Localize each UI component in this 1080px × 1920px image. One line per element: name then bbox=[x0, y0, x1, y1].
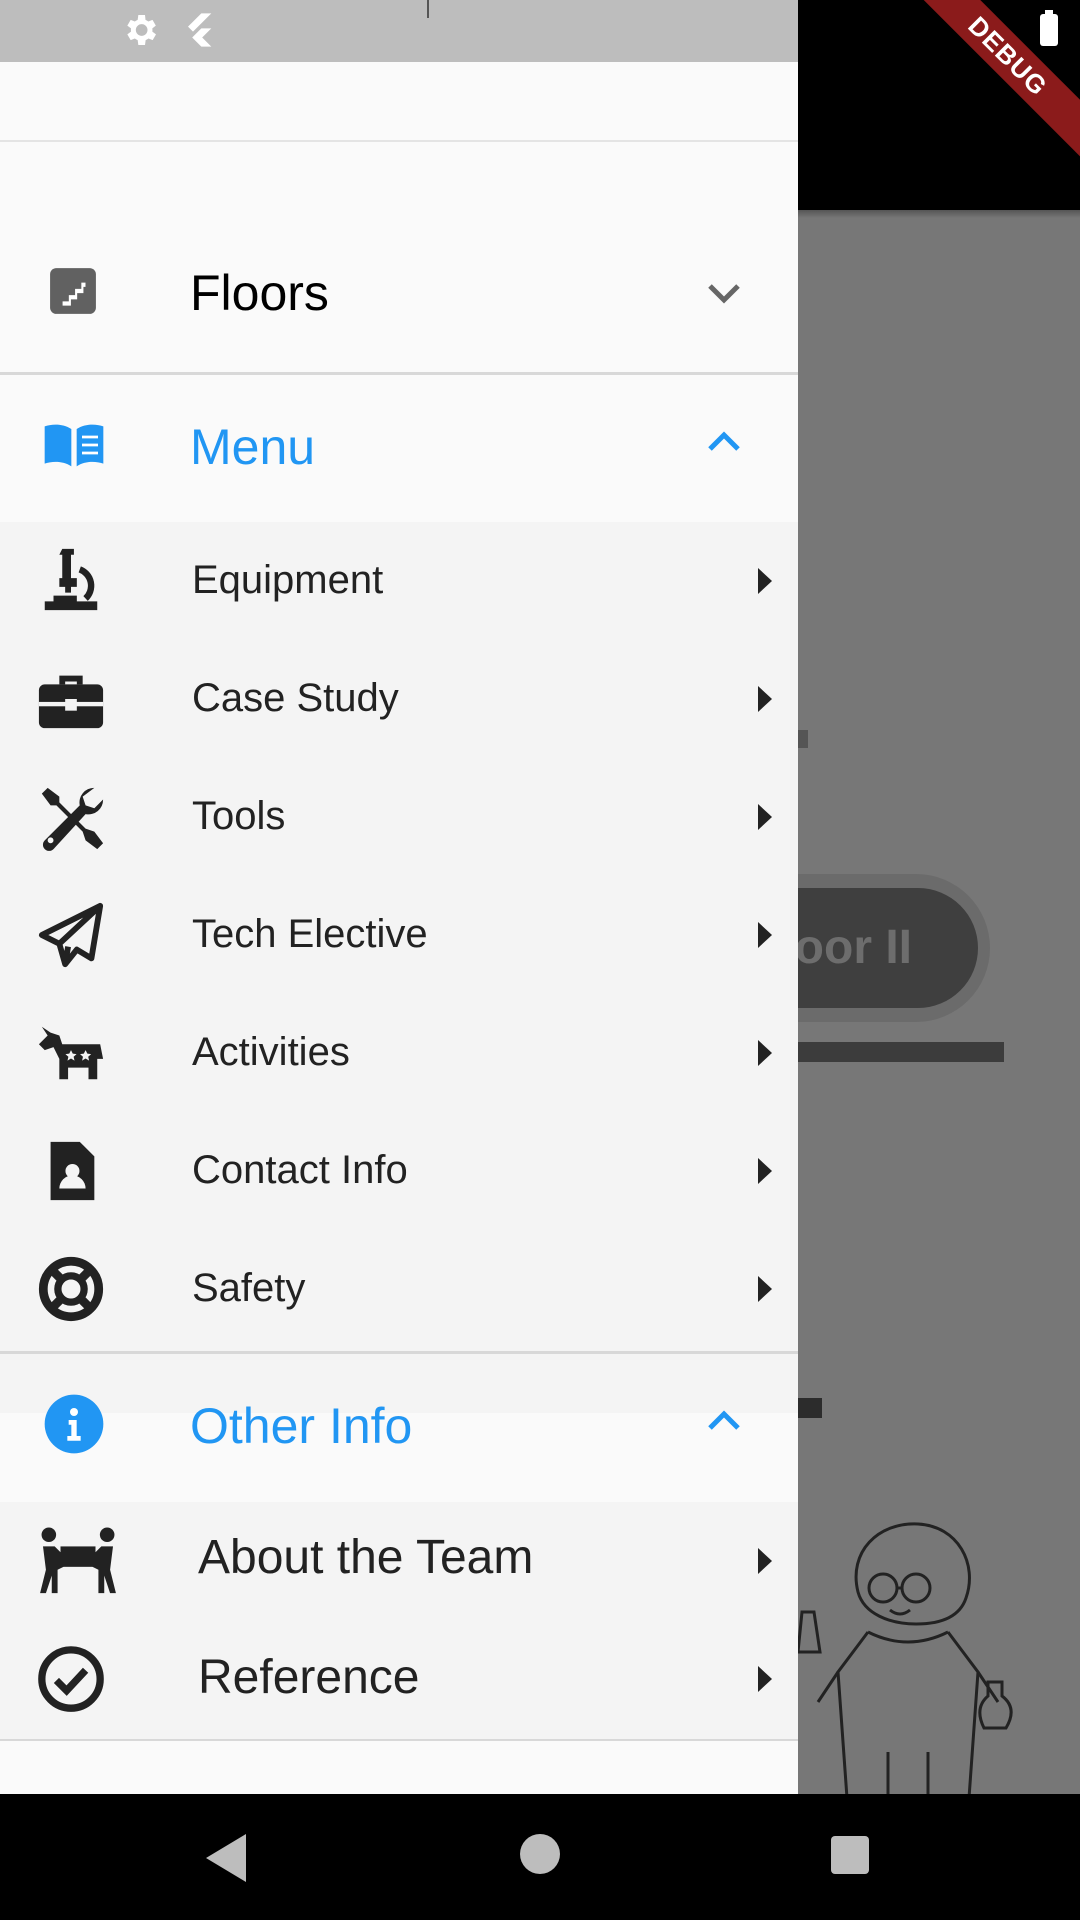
background-button-label: oor II bbox=[798, 921, 912, 974]
menu-item-reference[interactable]: Reference bbox=[0, 1620, 798, 1738]
section-title-floors: Floors bbox=[190, 265, 329, 321]
briefcase-icon bbox=[38, 675, 104, 729]
menu-item-contact-info[interactable]: Contact Info bbox=[0, 1112, 798, 1230]
contact-file-icon bbox=[50, 1141, 95, 1201]
paper-plane-icon bbox=[38, 902, 104, 968]
menu-item-tools[interactable]: Tools bbox=[0, 758, 798, 876]
caret-right-icon bbox=[758, 1548, 772, 1574]
caret-right-icon bbox=[758, 1276, 772, 1302]
section-title-menu: Menu bbox=[190, 419, 316, 475]
section-title-other-info: Other Info bbox=[190, 1398, 413, 1454]
menu-submenu-list: Equipment Case Study Tools Tech Elective… bbox=[0, 522, 798, 1413]
caret-right-icon bbox=[758, 686, 772, 712]
other-info-submenu-list: About the Team Reference bbox=[0, 1502, 798, 1740]
gear-icon bbox=[127, 15, 156, 45]
section-menu[interactable]: Menu bbox=[0, 375, 798, 521]
app-bar-shadow bbox=[798, 210, 1080, 218]
menu-item-label: Safety bbox=[192, 1266, 306, 1310]
background-page[interactable]: oor II bbox=[798, 62, 1080, 1794]
background-bar bbox=[798, 1042, 1004, 1062]
status-divider bbox=[427, 0, 429, 18]
menu-item-equipment[interactable]: Equipment bbox=[0, 522, 798, 640]
menu-item-case-study[interactable]: Case Study bbox=[0, 640, 798, 758]
menu-item-label: About the Team bbox=[198, 1531, 534, 1584]
section-other-info[interactable]: Other Info bbox=[0, 1354, 798, 1500]
info-circle-icon bbox=[44, 1394, 104, 1454]
caret-right-icon bbox=[758, 1040, 772, 1066]
menu-item-label: Tools bbox=[192, 794, 286, 838]
menu-item-activities[interactable]: Activities bbox=[0, 994, 798, 1112]
caret-right-icon bbox=[758, 1666, 772, 1692]
caret-right-icon bbox=[758, 804, 772, 830]
people-carry-icon bbox=[40, 1527, 116, 1594]
system-nav-bar bbox=[0, 1794, 1080, 1920]
menu-item-label: Activities bbox=[192, 1030, 350, 1074]
menu-item-label: Contact Info bbox=[192, 1148, 408, 1192]
background-decoration bbox=[798, 730, 808, 748]
microscope-icon bbox=[44, 548, 98, 611]
drawer-header bbox=[0, 62, 798, 142]
chevron-up-icon bbox=[708, 1410, 740, 1430]
navigation-drawer: Floors Menu Equipment Case Study Tools T… bbox=[0, 62, 798, 1794]
caret-right-icon bbox=[758, 1158, 772, 1184]
tools-icon bbox=[41, 787, 104, 851]
book-open-icon bbox=[44, 424, 104, 467]
menu-item-label: Tech Elective bbox=[192, 912, 428, 956]
menu-item-tech-elective[interactable]: Tech Elective bbox=[0, 876, 798, 994]
donkey-icon bbox=[38, 1026, 104, 1080]
check-circle-icon bbox=[38, 1646, 104, 1712]
scientist-illustration bbox=[798, 1522, 1013, 1794]
chevron-up-icon bbox=[708, 431, 740, 451]
background-decoration bbox=[798, 1398, 822, 1418]
caret-right-icon bbox=[758, 922, 772, 948]
home-icon[interactable] bbox=[520, 1834, 560, 1874]
life-ring-icon bbox=[38, 1256, 104, 1322]
stairs-icon bbox=[50, 268, 96, 314]
flutter-icon bbox=[188, 13, 212, 47]
chevron-down-icon bbox=[708, 284, 740, 304]
menu-item-label: Reference bbox=[198, 1651, 420, 1704]
menu-item-label: Equipment bbox=[192, 558, 384, 602]
recents-icon[interactable] bbox=[831, 1836, 869, 1874]
back-icon[interactable] bbox=[206, 1834, 246, 1882]
background-floor-button: oor II bbox=[798, 888, 978, 1008]
caret-right-icon bbox=[758, 568, 772, 594]
battery-icon bbox=[1040, 10, 1058, 46]
menu-item-about-the-team[interactable]: About the Team bbox=[0, 1502, 798, 1620]
status-bar bbox=[0, 0, 1080, 62]
menu-item-label: Case Study bbox=[192, 676, 399, 720]
menu-item-safety[interactable]: Safety bbox=[0, 1230, 798, 1348]
section-floors[interactable]: Floors bbox=[0, 220, 798, 366]
section-divider bbox=[0, 1739, 798, 1741]
status-bar-drawer-overlay bbox=[0, 0, 798, 62]
